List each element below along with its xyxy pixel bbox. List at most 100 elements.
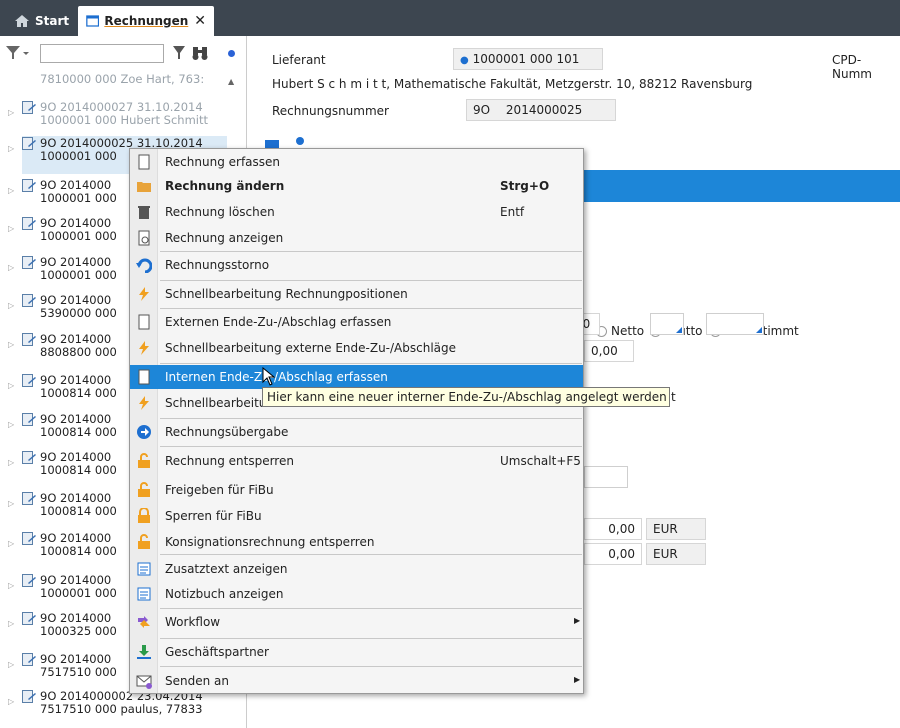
list-item-line2: 1000814 000 bbox=[40, 386, 117, 400]
expand-icon[interactable]: ▷ bbox=[8, 579, 14, 593]
menu-item-label: Rechnung löschen bbox=[165, 205, 275, 219]
partial-text: t bbox=[671, 390, 676, 404]
expand-icon[interactable]: ▷ bbox=[8, 537, 14, 551]
lieferant-label: Lieferant bbox=[272, 53, 326, 67]
menu-item[interactable]: Rechnung löschen Entf bbox=[130, 200, 583, 224]
menu-item[interactable]: Rechnungsübergabe bbox=[130, 420, 583, 444]
currency-field-4[interactable]: EUR bbox=[646, 543, 706, 565]
menu-item-shortcut: Umschalt+F5 bbox=[500, 454, 581, 468]
expand-icon[interactable]: ▷ bbox=[8, 106, 14, 120]
menu-item[interactable]: Internen Ende-Zu-/Abschlag erfassen bbox=[130, 365, 583, 389]
menu-item[interactable]: Freigeben für FiBu bbox=[130, 478, 583, 502]
supplier-address: Hubert S c h m i t t, Mathematische Faku… bbox=[272, 77, 753, 91]
mouse-cursor-icon bbox=[262, 367, 276, 386]
list-item[interactable]: 7810000 000 Zoe Hart, 763: bbox=[22, 72, 227, 86]
tooltip: Hier kann eine neuer interner Ende-Zu-/A… bbox=[262, 387, 670, 407]
invoice-document-icon bbox=[22, 612, 36, 625]
menu-item[interactable]: Senden an ▶ bbox=[130, 669, 583, 693]
menu-item-label: Notizbuch anzeigen bbox=[165, 587, 284, 601]
list-item-line2: 1000814 000 bbox=[40, 425, 117, 439]
rechnungsnummer-field[interactable]: 9O 2014000025 bbox=[466, 99, 616, 121]
close-icon[interactable]: ✕ bbox=[194, 13, 206, 29]
menu-item-shortcut: Entf bbox=[500, 205, 525, 219]
list-item-line1: 9O 2014000 bbox=[40, 412, 112, 426]
menu-item[interactable]: Externen Ende-Zu-/Abschlag erfassen bbox=[130, 310, 583, 334]
menu-separator bbox=[160, 280, 582, 281]
list-item-line2: 1000814 000 bbox=[40, 463, 117, 477]
scroll-up-icon[interactable]: ▲ bbox=[228, 77, 234, 86]
list-item-line1: 9O 2014000 bbox=[40, 531, 112, 545]
menu-item[interactable]: Konsignationsrechnung entsperren bbox=[130, 530, 583, 554]
list-item-line1: 9O 2014000 bbox=[40, 373, 112, 387]
menu-separator bbox=[160, 418, 582, 419]
menu-item[interactable]: Rechnungsstorno bbox=[130, 253, 583, 277]
menu-item[interactable]: Rechnung anzeigen bbox=[130, 226, 583, 250]
menu-separator bbox=[160, 308, 582, 309]
list-item-line2: 7517510 000 bbox=[40, 665, 117, 679]
menu-item-label: Sperren für FiBu bbox=[165, 509, 262, 523]
binoculars-icon[interactable] bbox=[191, 45, 209, 61]
expand-icon[interactable]: ▷ bbox=[8, 261, 14, 275]
expand-icon[interactable]: ▷ bbox=[8, 617, 14, 631]
document-icon bbox=[138, 314, 150, 330]
menu-item[interactable]: Rechnung entsperren Umschalt+F5 bbox=[130, 449, 583, 473]
menu-item[interactable]: Sperren für FiBu bbox=[130, 504, 583, 528]
tab-start-label: Start bbox=[35, 14, 70, 28]
radio-netto[interactable]: Netto bbox=[596, 324, 644, 338]
menu-item[interactable]: Workflow ▶ bbox=[130, 610, 583, 634]
expand-icon[interactable]: ▷ bbox=[8, 338, 14, 352]
invoice-document-icon bbox=[22, 333, 36, 346]
expand-icon[interactable]: ▷ bbox=[8, 142, 14, 156]
empty-field[interactable] bbox=[584, 466, 628, 488]
list-item-line2: 7517510 000 paulus, 77833 bbox=[40, 702, 203, 716]
tab-start[interactable]: Start bbox=[6, 6, 77, 36]
filter-dropdown-icon[interactable] bbox=[5, 45, 31, 61]
dropdown-field-2[interactable] bbox=[706, 313, 764, 335]
list-item[interactable]: ▷ 9O 2014000002 23.04.2014 7517510 000 pau… bbox=[8, 689, 227, 727]
menu-item-label: Schnellbearbeitu bbox=[165, 396, 267, 410]
dropdown-field-1[interactable] bbox=[650, 313, 684, 335]
menu-separator bbox=[160, 446, 582, 447]
expand-icon[interactable]: ▷ bbox=[8, 379, 14, 393]
menu-item[interactable]: Notizbuch anzeigen bbox=[130, 582, 583, 606]
expand-icon[interactable]: ▷ bbox=[8, 184, 14, 198]
expand-icon[interactable]: ▷ bbox=[8, 222, 14, 236]
amount-field-3[interactable]: 0,00 bbox=[584, 518, 642, 540]
list-item-line2: 1000814 000 bbox=[40, 504, 117, 518]
expand-icon[interactable]: ▷ bbox=[8, 456, 14, 470]
menu-separator bbox=[160, 666, 582, 667]
search-input[interactable] bbox=[40, 44, 164, 63]
expand-icon[interactable]: ▷ bbox=[8, 418, 14, 432]
lieferant-field[interactable]: ● 1000001 000 101 bbox=[453, 48, 603, 70]
menu-item[interactable]: Rechnung erfassen bbox=[130, 150, 583, 174]
amount-field-2[interactable]: 0,00 bbox=[584, 340, 634, 362]
menu-separator bbox=[160, 608, 582, 609]
list-item-line2: 1000001 000 bbox=[40, 586, 117, 600]
menu-item-label: Rechnung ändern bbox=[165, 179, 285, 193]
expand-icon[interactable]: ▷ bbox=[8, 658, 14, 672]
invoice-document-icon bbox=[22, 492, 36, 505]
menu-item[interactable]: Geschäftspartner bbox=[130, 640, 583, 664]
list-item[interactable]: ▷ 9O 2014000027 31.10.2014 1000001 000 Hub… bbox=[8, 100, 227, 138]
list-item-line1: 9O 2014000 bbox=[40, 611, 112, 625]
filter-bar bbox=[0, 36, 247, 70]
expand-icon[interactable]: ▷ bbox=[8, 695, 14, 709]
expand-icon[interactable]: ▷ bbox=[8, 299, 14, 313]
menu-separator bbox=[160, 638, 582, 639]
amount-field-4[interactable]: 0,00 bbox=[584, 543, 642, 565]
menu-item[interactable]: Schnellbearbeitung Rechnungpositionen bbox=[130, 282, 583, 306]
menu-item-label: Freigeben für FiBu bbox=[165, 483, 274, 497]
lightning-icon bbox=[139, 287, 149, 301]
list-item-line1: 9O 2014000 bbox=[40, 178, 112, 192]
tab-rechnungen[interactable]: Rechnungen ✕ bbox=[78, 6, 214, 36]
menu-item[interactable]: Rechnung ändern Strg+O bbox=[130, 174, 583, 198]
rechnungsnummer-value: 2014000025 bbox=[505, 103, 583, 117]
list-item-line2: 1000001 000 bbox=[40, 229, 117, 243]
lieferant-value: 1000001 000 101 bbox=[472, 52, 580, 66]
rechnungsnummer-label: Rechnungsnummer bbox=[272, 104, 389, 118]
expand-icon[interactable]: ▷ bbox=[8, 497, 14, 511]
currency-field-3[interactable]: EUR bbox=[646, 518, 706, 540]
filter-icon[interactable] bbox=[172, 45, 186, 61]
menu-item[interactable]: Schnellbearbeitung externe Ende-Zu-/Absc… bbox=[130, 336, 583, 360]
menu-item[interactable]: Zusatztext anzeigen bbox=[130, 557, 583, 581]
